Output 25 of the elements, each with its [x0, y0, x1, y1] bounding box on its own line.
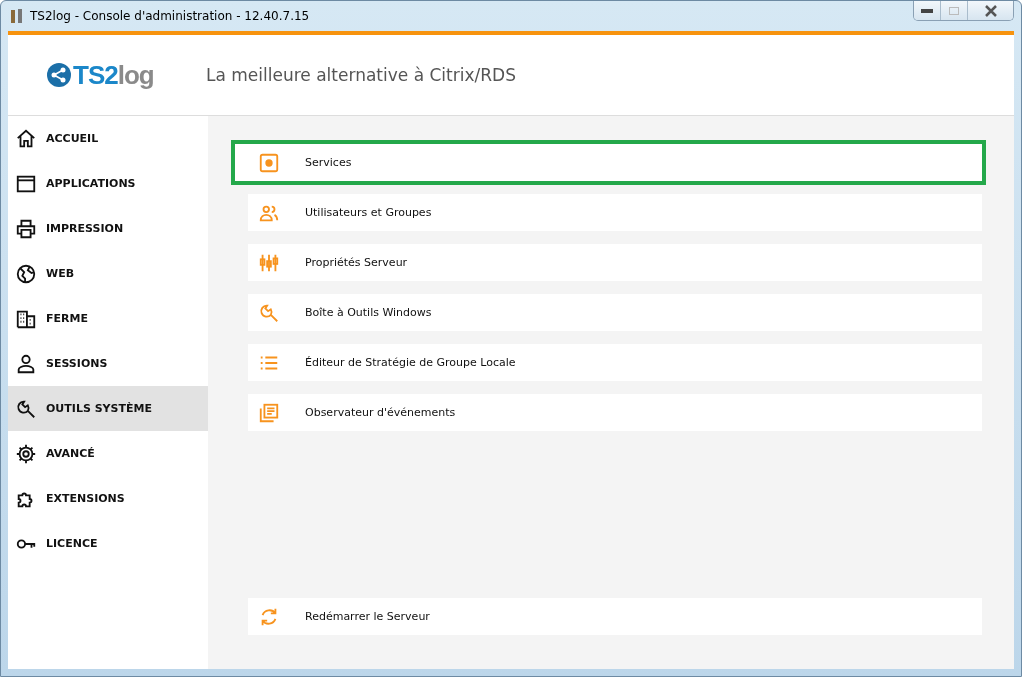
maximize-icon: [949, 6, 959, 15]
doc-icon: [258, 401, 280, 424]
restart-card[interactable]: Redémarrer le Serveur: [248, 598, 982, 635]
sidebar-item[interactable]: OUTILS SYSTÈME: [8, 386, 208, 431]
gearbox-icon: [258, 151, 280, 174]
minimize-icon: [921, 8, 933, 13]
tool-card[interactable]: Observateur d'événements: [248, 394, 982, 431]
tool-card[interactable]: Utilisateurs et Groupes: [248, 194, 982, 231]
globe-icon: [15, 262, 37, 285]
gear-icon: [15, 442, 37, 465]
tool-card[interactable]: Boîte à Outils Windows: [248, 294, 982, 331]
close-button[interactable]: [968, 1, 1013, 20]
window-title: TS2log - Console d'administration - 12.40.7.15: [30, 9, 310, 23]
minimize-button[interactable]: [914, 1, 941, 20]
logo-text: TS2log: [73, 59, 154, 91]
printer-icon: [15, 217, 37, 240]
home-icon: [15, 127, 37, 150]
close-icon: [983, 4, 998, 17]
tool-card[interactable]: Services: [231, 140, 986, 185]
tool-card[interactable]: Éditeur de Stratégie de Groupe Locale: [248, 344, 982, 381]
tagline: La meilleure alternative à Citrix/RDS: [206, 65, 516, 85]
tools-app-icon: [10, 8, 24, 24]
logo-share-icon: [46, 62, 72, 88]
tool-card[interactable]: Propriétés Serveur: [248, 244, 982, 281]
person-icon: [15, 352, 37, 375]
